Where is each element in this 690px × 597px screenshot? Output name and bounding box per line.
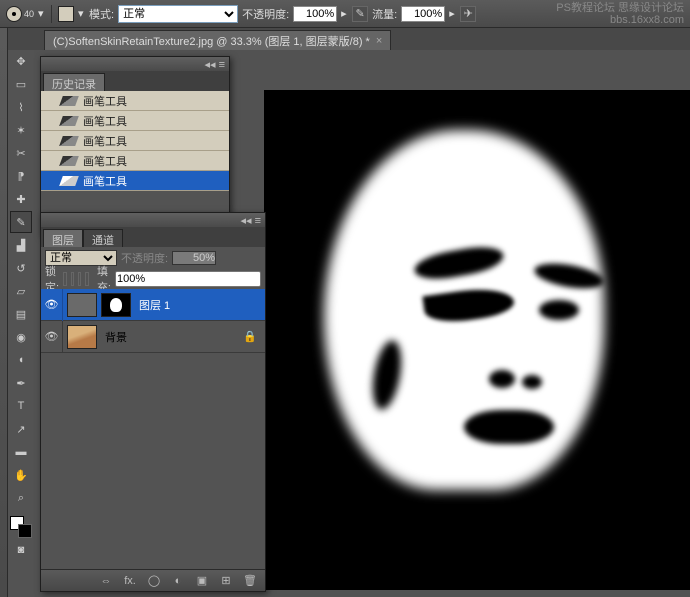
history-list[interactable]: 画笔工具画笔工具画笔工具画笔工具画笔工具 xyxy=(41,91,229,191)
eraser-tool[interactable]: ▱ xyxy=(10,280,32,302)
layer-options: 正常 不透明度: xyxy=(41,247,265,269)
new-layer-icon[interactable]: ⊞ xyxy=(219,574,233,587)
lock-image-icon[interactable] xyxy=(71,272,74,286)
tab-channels[interactable]: 通道 xyxy=(83,229,123,247)
watermark: PS教程论坛 思缘设计论坛 bbs.16xx8.com xyxy=(556,2,684,26)
opacity-label: 不透明度: xyxy=(242,6,289,22)
shape-tool[interactable]: ▬ xyxy=(10,441,32,463)
layers-panel: ◂◂ ≡ 图层 通道 正常 不透明度: 锁定: 填充: 👁 图层 1 👁 背景 … xyxy=(40,212,266,592)
blend-mode-select[interactable]: 正常 xyxy=(118,5,238,23)
brush-icon xyxy=(59,156,79,166)
layer-row[interactable]: 👁 背景 🔒 xyxy=(41,321,265,353)
panel-header[interactable]: ◂◂ ≡ xyxy=(41,213,265,227)
history-item[interactable]: 画笔工具 xyxy=(41,91,229,111)
lock-transparency-icon[interactable] xyxy=(63,272,66,286)
document-tab-bar: (C)SoftenSkinRetainTexture2.jpg @ 33.3% … xyxy=(0,28,690,50)
lock-all-icon[interactable] xyxy=(85,272,88,286)
flow-label: 流量: xyxy=(372,6,397,22)
adjustment-icon[interactable]: ◐ xyxy=(171,575,185,587)
dock-strip xyxy=(0,28,8,597)
brush-icon xyxy=(59,136,79,146)
history-label: 画笔工具 xyxy=(83,153,127,169)
tab-layers[interactable]: 图层 xyxy=(43,229,83,247)
lock-position-icon[interactable] xyxy=(78,272,81,286)
history-label: 画笔工具 xyxy=(83,173,127,189)
panel-header[interactable]: ◂◂ ≡ xyxy=(41,57,229,71)
brush-tool[interactable]: ✎ xyxy=(10,211,32,233)
layers-footer: ⇔ fx. ◯ ◐ ▣ ⊞ 🗑 xyxy=(41,569,265,591)
crop-tool[interactable]: ✂ xyxy=(10,142,32,164)
history-item[interactable]: 画笔工具 xyxy=(41,111,229,131)
chevron-down-icon[interactable]: ▸ xyxy=(449,10,456,17)
history-label: 画笔工具 xyxy=(83,113,127,129)
hand-tool[interactable]: ✋ xyxy=(10,464,32,486)
layer-list: 👁 图层 1 👁 背景 🔒 xyxy=(41,289,265,569)
layer-thumb[interactable] xyxy=(67,325,97,349)
eyedropper-tool[interactable]: ⁋ xyxy=(10,165,32,187)
brush-icon xyxy=(59,96,79,106)
history-item[interactable]: 画笔工具 xyxy=(41,151,229,171)
history-item[interactable]: 画笔工具 xyxy=(41,171,229,191)
fx-icon[interactable]: fx. xyxy=(123,575,137,587)
layer-name[interactable]: 背景 xyxy=(105,329,127,345)
add-mask-icon[interactable]: ◯ xyxy=(147,574,161,587)
type-tool[interactable]: T xyxy=(10,395,32,417)
group-icon[interactable]: ▣ xyxy=(195,574,209,587)
brush-icon xyxy=(59,176,79,186)
brush-size: 40 xyxy=(24,9,34,19)
history-label: 画笔工具 xyxy=(83,133,127,149)
path-tool[interactable]: ↗ xyxy=(10,418,32,440)
quickmask-icon[interactable]: ◙ xyxy=(10,539,32,561)
history-item[interactable]: 画笔工具 xyxy=(41,131,229,151)
wand-tool[interactable]: ✶ xyxy=(10,119,32,141)
mode-label: 模式: xyxy=(89,6,114,22)
brush-icon xyxy=(59,116,79,126)
lock-row: 锁定: 填充: xyxy=(41,269,265,289)
layer-row[interactable]: 👁 图层 1 xyxy=(41,289,265,321)
opacity-input[interactable] xyxy=(293,6,337,22)
dodge-tool[interactable]: ◖ xyxy=(10,349,32,371)
color-swatches[interactable] xyxy=(10,516,32,538)
visibility-icon[interactable]: 👁 xyxy=(41,289,63,321)
layer-opacity-label: 不透明度: xyxy=(121,250,168,266)
gradient-tool[interactable]: ▤ xyxy=(10,303,32,325)
toolbox: ✥ ▭ ⌇ ✶ ✂ ⁋ ✚ ✎ ▟ ↺ ▱ ▤ ◉ ◖ ✒ T ↗ ▬ ✋ ⌕ … xyxy=(8,50,34,561)
trash-icon[interactable]: 🗑 xyxy=(243,574,257,587)
document-tab[interactable]: (C)SoftenSkinRetainTexture2.jpg @ 33.3% … xyxy=(44,30,391,50)
flow-input[interactable] xyxy=(401,6,445,22)
close-icon[interactable]: × xyxy=(376,35,382,47)
history-brush-tool[interactable]: ↺ xyxy=(10,257,32,279)
mask-thumb[interactable] xyxy=(101,293,131,317)
document[interactable] xyxy=(264,90,690,590)
brush-preview[interactable] xyxy=(6,6,22,22)
chevron-down-icon[interactable]: ▾ xyxy=(78,10,85,17)
stamp-tool[interactable]: ▟ xyxy=(10,234,32,256)
history-panel: ◂◂ ≡ 历史记录 画笔工具画笔工具画笔工具画笔工具画笔工具 xyxy=(40,56,230,236)
lasso-tool[interactable]: ⌇ xyxy=(10,96,32,118)
move-tool[interactable]: ✥ xyxy=(10,50,32,72)
chevron-down-icon[interactable]: ▸ xyxy=(341,10,348,17)
marquee-tool[interactable]: ▭ xyxy=(10,73,32,95)
tablet-pressure-opacity-icon[interactable]: ✎ xyxy=(352,6,368,22)
blur-tool[interactable]: ◉ xyxy=(10,326,32,348)
visibility-icon[interactable]: 👁 xyxy=(41,321,63,353)
brush-preset[interactable] xyxy=(58,6,74,22)
history-label: 画笔工具 xyxy=(83,93,127,109)
layer-name[interactable]: 图层 1 xyxy=(139,297,170,313)
lock-icon: 🔒 xyxy=(243,330,257,343)
heal-tool[interactable]: ✚ xyxy=(10,188,32,210)
tab-history[interactable]: 历史记录 xyxy=(43,73,105,91)
pen-tool[interactable]: ✒ xyxy=(10,372,32,394)
document-title: (C)SoftenSkinRetainTexture2.jpg @ 33.3% … xyxy=(53,33,370,49)
layer-opacity-input[interactable] xyxy=(172,251,216,265)
airbrush-icon[interactable]: ✈ xyxy=(460,6,476,22)
chevron-down-icon[interactable]: ▾ xyxy=(38,10,45,17)
zoom-tool[interactable]: ⌕ xyxy=(10,487,32,509)
link-layers-icon[interactable]: ⇔ xyxy=(99,575,113,587)
fill-input[interactable] xyxy=(115,271,261,287)
layer-thumb[interactable] xyxy=(67,293,97,317)
